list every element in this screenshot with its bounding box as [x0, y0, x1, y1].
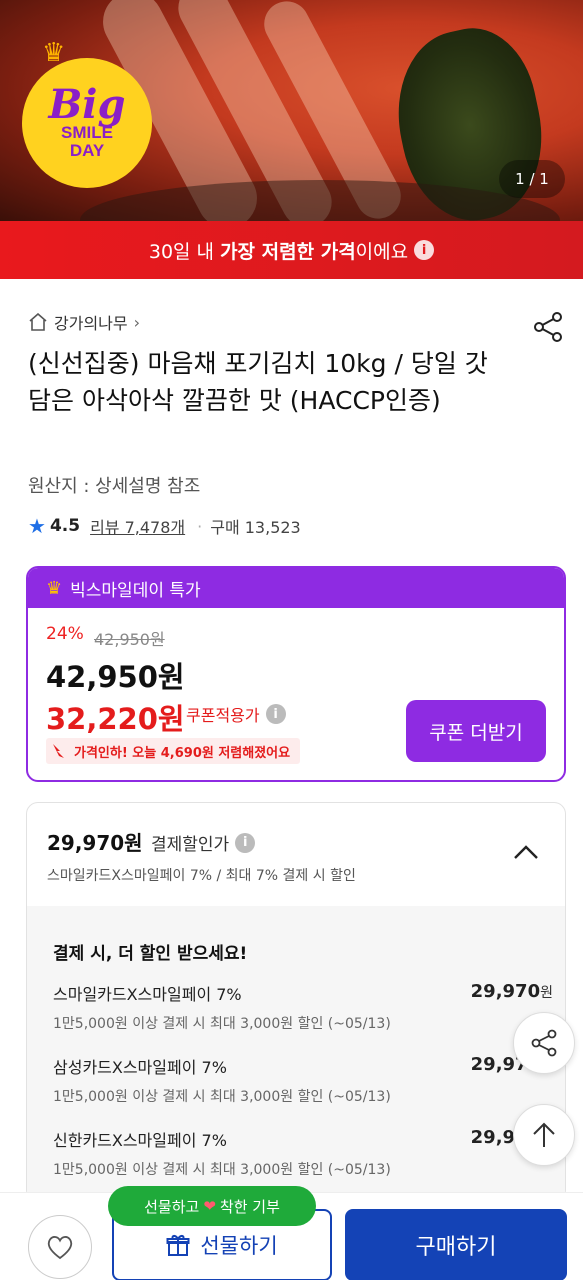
payment-section-title: 결제 시, 더 할인 받으세요! [53, 944, 248, 964]
info-icon[interactable]: i [235, 832, 256, 853]
scroll-top-button[interactable] [513, 1104, 575, 1166]
payment-discount-panel: 29,970원 결제할인가 i 스마일카드X스마일페이 7% / 최대 7% 결… [26, 802, 566, 1202]
rating-row[interactable]: ★ 4.5 리뷰 7,478개 · 구매 13,523 [28, 514, 301, 538]
gift-icon [166, 1235, 190, 1256]
info-icon[interactable]: i [414, 240, 435, 260]
gift-tooltip: 선물하고 ❤ 착한 기부 [108, 1186, 316, 1226]
share-float-button[interactable] [513, 1012, 575, 1074]
card-discount-row: 삼성카드X스마일페이 7% 1만5,000원 이상 결제 시 최대 3,000원… [53, 1054, 553, 1106]
info-icon[interactable]: i [265, 704, 286, 724]
gift-button-label: 선물하기 [200, 1234, 278, 1258]
heart-icon: ❤ [203, 1197, 216, 1215]
badge-big-text: Big [48, 81, 126, 128]
payment-label[interactable]: 결제할인가 i [151, 830, 256, 855]
more-coupon-button[interactable]: 쿠폰 더받기 [406, 700, 546, 762]
coupon-label-text: 쿠폰적용가 [186, 706, 260, 725]
store-name: 강가의나무 [54, 314, 128, 333]
card-desc: 1만5,000원 이상 결제 시 최대 3,000원 할인 (~05/13) [53, 1162, 391, 1178]
price-drop-badge: 가격인하! 오늘 4,690원 저렴해졌어요 [46, 738, 301, 764]
card-amount: 29,970원 [470, 981, 553, 1002]
banner-suffix: 이에요 [355, 240, 409, 263]
product-title: (신선집중) 마음채 포기김치 10kg / 당일 갓 담은 아삭아삭 깔끔한 … [28, 349, 488, 415]
card-desc: 1만5,000원 이상 결제 시 최대 3,000원 할인 (~05/13) [53, 1016, 391, 1032]
banner-prefix: 30일 내 [148, 240, 221, 263]
arrow-down-icon [53, 744, 64, 758]
big-smile-day-badge: Big SMILE DAY [22, 58, 152, 188]
share-icon[interactable] [531, 310, 565, 344]
separator-dot: · [197, 516, 203, 536]
card-discount-row: 스마일카드X스마일페이 7% 1만5,000원 이상 결제 시 최대 3,000… [53, 981, 553, 1033]
chevron-up-icon[interactable] [513, 843, 539, 861]
buy-button[interactable]: 구매하기 [345, 1209, 567, 1280]
gift-tip-text: 선물하고 [144, 1197, 200, 1216]
card-desc: 1만5,000원 이상 결제 시 최대 3,000원 할인 (~05/13) [53, 1089, 391, 1105]
store-link[interactable]: 강가의나무 › [28, 310, 140, 334]
origin-text: 원산지 : 상세설명 참조 [28, 476, 201, 497]
crown-icon: ♛ [46, 577, 63, 599]
lowest-price-banner[interactable]: 30일 내 가장 저렴한 가격 이에요 i [0, 221, 583, 279]
share-icon [531, 1029, 557, 1057]
discount-percent: 24% [46, 624, 84, 644]
gift-tip-suffix: 착한 기부 [219, 1197, 280, 1216]
deal-header-text: 빅스마일데이 특가 [70, 580, 201, 601]
payment-label-text: 결제할인가 [151, 835, 230, 855]
heart-icon [47, 1236, 73, 1260]
deal-box: ♛ 빅스마일데이 특가 24% 42,950원 42,950원 32,220원 … [26, 566, 566, 782]
banner-emphasis: 가장 저렴한 가격 [220, 240, 356, 263]
wishlist-button[interactable] [28, 1215, 92, 1279]
card-discount-row: 신한카드X스마일페이 7% 1만5,000원 이상 결제 시 최대 3,000원… [53, 1127, 553, 1179]
deal-header: ♛ 빅스마일데이 특가 [28, 568, 564, 608]
price-drop-text: 가격인하! 오늘 4,690원 저렴해졌어요 [74, 745, 291, 761]
payment-summary: 스마일카드X스마일페이 7% / 최대 7% 결제 시 할인 [47, 868, 356, 884]
star-icon: ★ [28, 514, 46, 538]
coupon-price: 32,220원 [46, 702, 185, 736]
image-counter: 1 / 1 [499, 160, 565, 198]
home-icon [29, 313, 47, 331]
payment-price: 29,970원 [47, 831, 143, 855]
rating-score: 4.5 [49, 516, 81, 536]
product-image[interactable]: ♛ Big SMILE DAY 1 / 1 [0, 0, 583, 221]
review-link[interactable]: 리뷰 7,478개 [90, 514, 185, 538]
original-price: 42,950원 [94, 630, 165, 649]
badge-smile-text: SMILE [61, 123, 113, 142]
chevron-right-icon: › [133, 312, 141, 332]
arrow-up-icon [533, 1122, 555, 1147]
badge-day-text: DAY [69, 141, 105, 160]
purchase-count: 구매 13,523 [210, 518, 301, 537]
coupon-applied-label[interactable]: 쿠폰적용가 i [186, 702, 286, 726]
sale-price: 42,950원 [46, 660, 185, 694]
